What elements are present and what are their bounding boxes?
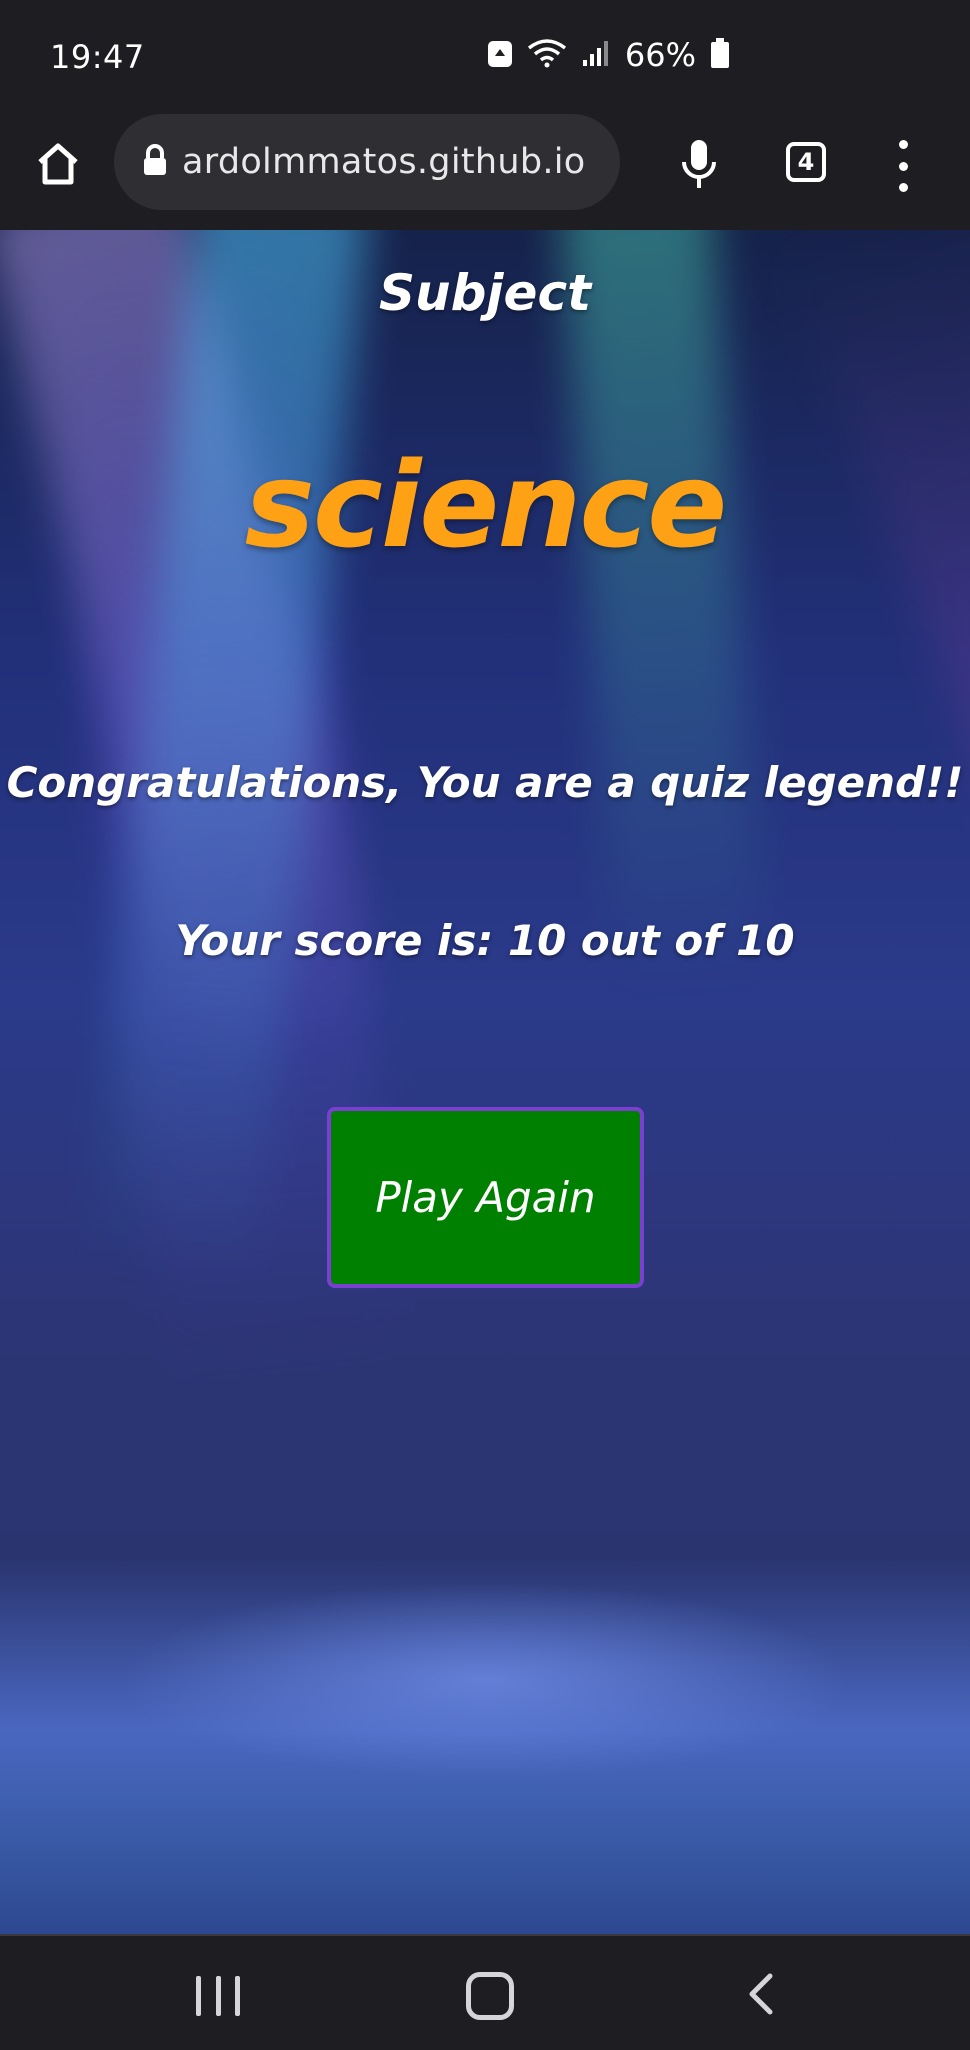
- spotlight-beam: [560, 230, 766, 994]
- battery-icon: [710, 37, 730, 73]
- score-text: Your score is: 10 out of 10: [175, 916, 795, 965]
- recents-icon[interactable]: [196, 1976, 240, 2016]
- subject-name: science: [244, 436, 728, 574]
- play-again-button[interactable]: Play Again: [327, 1107, 644, 1288]
- wifi-icon: [527, 38, 567, 72]
- recycle-notification-icon: [487, 38, 513, 72]
- browser-toolbar: ardolmmatos.github.io 4: [0, 112, 970, 232]
- home-icon[interactable]: [466, 1972, 514, 2020]
- signal-icon: [581, 38, 611, 72]
- more-vert-icon[interactable]: [880, 140, 926, 192]
- url-text: ardolmmatos.github.io: [182, 142, 586, 182]
- status-icons: 66%: [487, 36, 730, 74]
- tabs-icon[interactable]: 4: [786, 142, 826, 182]
- battery-percent: 66%: [624, 36, 696, 74]
- back-icon[interactable]: [746, 1972, 776, 2020]
- mic-icon[interactable]: [672, 134, 726, 194]
- home-icon[interactable]: [30, 136, 86, 192]
- spotlight-beam: [769, 230, 970, 1445]
- subject-label: Subject: [379, 264, 591, 322]
- status-bar: 19:47 66%: [0, 0, 970, 112]
- result-message: Congratulations, You are a quiz legend!!: [6, 758, 964, 807]
- status-time: 19:47: [50, 38, 145, 76]
- system-nav-bar: [0, 1934, 970, 2050]
- lock-icon: [142, 144, 168, 180]
- quiz-result-page: Subject science Congratulations, You are…: [0, 230, 970, 1934]
- address-bar[interactable]: ardolmmatos.github.io: [114, 114, 620, 210]
